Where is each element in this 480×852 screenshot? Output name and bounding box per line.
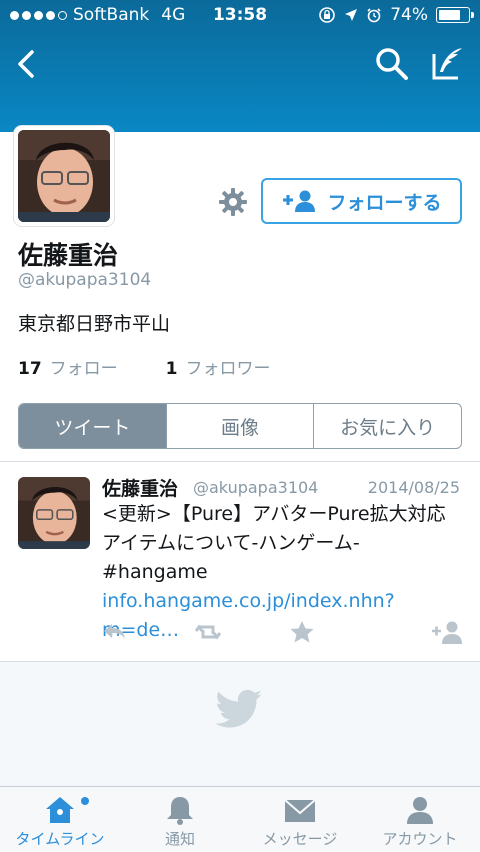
chevron-left-icon[interactable] — [8, 44, 48, 84]
favorite-star-icon[interactable] — [287, 619, 317, 645]
tab-notifications[interactable]: 通知 — [120, 787, 240, 852]
divider — [0, 461, 480, 462]
followers-stat[interactable]: 1 フォロワー — [166, 354, 271, 379]
profile-header-banner: SoftBank 4G 13:58 74% — [0, 0, 480, 132]
following-count: 17 — [18, 359, 42, 379]
tab-favorites[interactable]: お気に入り — [313, 404, 461, 448]
compose-icon[interactable] — [426, 42, 470, 86]
gear-icon[interactable] — [216, 185, 250, 219]
battery-percent: 74% — [390, 5, 428, 25]
tweet-actions — [0, 619, 480, 645]
profile-location: 東京都日野市平山 — [18, 313, 171, 335]
envelope-icon — [284, 799, 316, 822]
tab-timeline[interactable]: タイムライン — [0, 787, 120, 852]
tab-label: メッセージ — [262, 830, 338, 848]
bottom-tab-bar: タイムライン 通知 メッセージ アカウント — [0, 786, 480, 852]
twitter-bird-icon — [215, 689, 263, 728]
bell-icon — [167, 797, 193, 825]
tab-label: タイムライン — [15, 830, 105, 848]
person-icon — [407, 797, 433, 824]
follow-button[interactable]: フォローする — [261, 178, 462, 224]
tweet-author-handle: @akupapa3104 — [193, 478, 319, 497]
profile-tabs: ツイート 画像 お気に入り — [18, 403, 462, 449]
add-user-icon[interactable] — [430, 619, 464, 645]
status-right: 74% — [318, 5, 474, 25]
location-arrow-icon — [345, 9, 358, 21]
profile-handle: @akupapa3104 — [18, 270, 152, 290]
alarm-icon — [367, 8, 381, 23]
tweet-avatar-photo — [18, 477, 90, 549]
retweet-icon[interactable] — [193, 619, 223, 645]
profile-photo — [18, 130, 110, 222]
tab-account[interactable]: アカウント — [360, 787, 480, 852]
tweet-text-body: <更新>【Pure】アバターPure拡大対応アイテムについて-ハンゲーム- #h… — [102, 503, 446, 583]
battery-icon — [436, 7, 474, 23]
tweet-author-name: 佐藤重治 — [102, 478, 179, 500]
tab-label: アカウント — [382, 830, 458, 848]
tab-label: 通知 — [164, 830, 195, 848]
tweet-avatar[interactable] — [18, 477, 90, 549]
following-stat[interactable]: 17 フォロー — [18, 354, 118, 379]
profile-avatar[interactable] — [14, 126, 114, 226]
reply-icon[interactable] — [100, 619, 130, 645]
followers-count: 1 — [165, 359, 178, 379]
tweet-date: 2014/08/25 — [367, 478, 460, 497]
add-user-icon — [283, 190, 316, 212]
home-icon — [46, 797, 74, 823]
following-label: フォロー — [49, 359, 118, 379]
status-bar: SoftBank 4G 13:58 74% — [0, 0, 480, 34]
profile-name: 佐藤重治 — [18, 241, 119, 270]
search-icon[interactable] — [372, 44, 412, 84]
notification-dot — [81, 797, 89, 805]
tab-tweets[interactable]: ツイート — [19, 404, 166, 448]
profile-stats: 17 フォロー 1 フォロワー — [18, 354, 271, 379]
tab-images[interactable]: 画像 — [165, 404, 314, 448]
rotation-lock-icon — [319, 7, 336, 23]
follow-button-label: フォローする — [327, 191, 442, 214]
followers-label: フォロワー — [185, 359, 271, 379]
tab-messages[interactable]: メッセージ — [240, 787, 360, 852]
